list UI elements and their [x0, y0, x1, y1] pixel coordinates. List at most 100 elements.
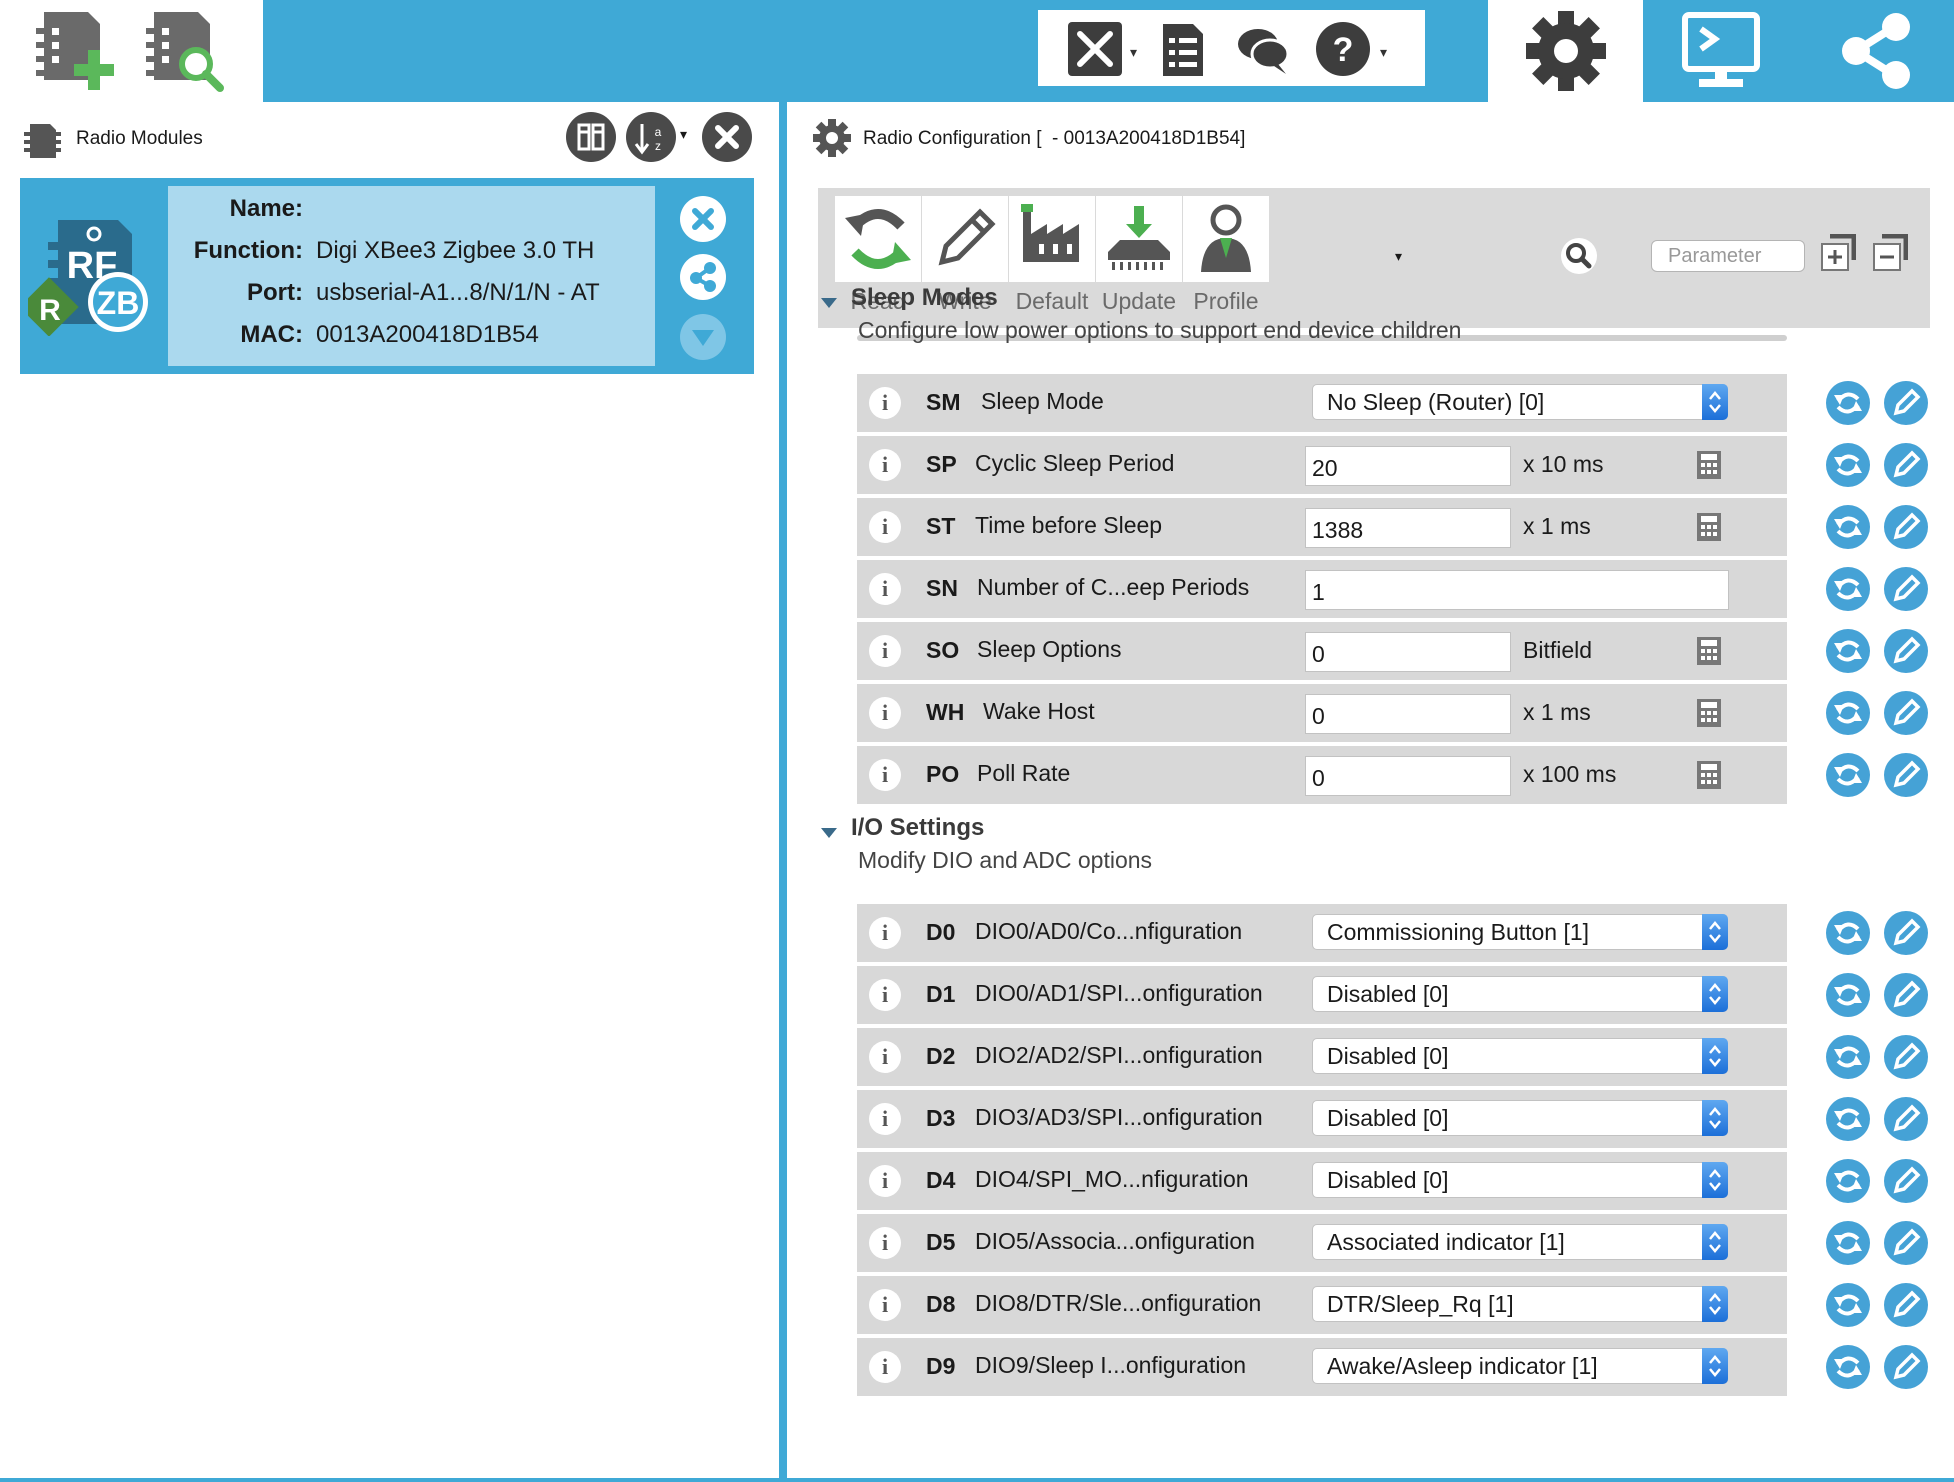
- write-parameter-button[interactable]: [1884, 1345, 1928, 1389]
- info-icon[interactable]: i: [869, 979, 901, 1011]
- read-parameter-button[interactable]: [1826, 911, 1870, 955]
- info-icon[interactable]: i: [869, 1165, 901, 1197]
- select-arrows-icon[interactable]: [1702, 976, 1728, 1012]
- parameter-value-input[interactable]: 0: [1305, 756, 1511, 796]
- expand-all-button[interactable]: [1820, 233, 1857, 274]
- parameter-value-input[interactable]: 1388: [1305, 508, 1511, 548]
- read-parameter-button[interactable]: [1826, 505, 1870, 549]
- write-parameter-button[interactable]: [1884, 1035, 1928, 1079]
- write-parameter-button[interactable]: [1884, 911, 1928, 955]
- read-parameter-button[interactable]: [1826, 1035, 1870, 1079]
- read-parameter-button[interactable]: [1826, 753, 1870, 797]
- info-icon[interactable]: i: [869, 511, 901, 543]
- info-icon[interactable]: i: [869, 917, 901, 949]
- select-arrows-icon[interactable]: [1702, 914, 1728, 950]
- select-arrows-icon[interactable]: [1702, 384, 1728, 420]
- remove-all-modules-button[interactable]: [702, 112, 752, 162]
- write-parameter-button[interactable]: [1884, 1283, 1928, 1327]
- read-parameter-button[interactable]: [1826, 1159, 1870, 1203]
- collapse-all-button[interactable]: [1872, 233, 1909, 274]
- info-icon[interactable]: i: [869, 573, 901, 605]
- write-parameter-button[interactable]: [1884, 1159, 1928, 1203]
- tools-dropdown-caret[interactable]: ▾: [1130, 44, 1137, 61]
- read-parameter-button[interactable]: [1826, 567, 1870, 611]
- help-icon[interactable]: ?: [1314, 20, 1372, 78]
- remove-module-button[interactable]: [680, 196, 726, 242]
- section-collapse-arrow[interactable]: [821, 828, 837, 838]
- discover-devices-icon[interactable]: [140, 6, 230, 96]
- write-parameter-button[interactable]: [1884, 567, 1928, 611]
- read-parameter-button[interactable]: [1826, 1097, 1870, 1141]
- expand-module-button[interactable]: [680, 314, 726, 360]
- parameter-value-input[interactable]: 0: [1305, 694, 1511, 734]
- profile-dropdown-caret[interactable]: ▾: [1395, 248, 1402, 265]
- write-parameter-button[interactable]: [1884, 973, 1928, 1017]
- calculator-icon[interactable]: [1695, 636, 1723, 666]
- read-parameter-button[interactable]: [1826, 1345, 1870, 1389]
- info-icon[interactable]: i: [869, 449, 901, 481]
- radio-module-card[interactable]: RF R ZB Name: Function: Digi XBee3 Zigbee…: [19, 178, 754, 374]
- select-arrows-icon[interactable]: [1702, 1348, 1728, 1384]
- compare-modules-button[interactable]: [566, 112, 616, 162]
- sort-modules-button[interactable]: a z: [626, 112, 676, 162]
- add-device-icon[interactable]: [30, 6, 120, 96]
- help-dropdown-caret[interactable]: ▾: [1380, 44, 1387, 61]
- info-icon[interactable]: i: [869, 1289, 901, 1321]
- parameter-value-input[interactable]: 0: [1305, 632, 1511, 672]
- select-arrows-icon[interactable]: [1702, 1100, 1728, 1136]
- read-parameter-button[interactable]: [1826, 1283, 1870, 1327]
- panel-divider[interactable]: [779, 102, 787, 1482]
- read-parameter-button[interactable]: [1826, 381, 1870, 425]
- info-icon[interactable]: i: [869, 635, 901, 667]
- section-collapse-arrow[interactable]: [821, 298, 837, 308]
- parameter-select[interactable]: Associated indicator [1]: [1312, 1224, 1728, 1260]
- write-parameter-button[interactable]: [1884, 505, 1928, 549]
- info-icon[interactable]: i: [869, 387, 901, 419]
- profile-button[interactable]: Profile: [1181, 196, 1271, 322]
- write-parameter-button[interactable]: [1884, 381, 1928, 425]
- write-parameter-button[interactable]: [1884, 753, 1928, 797]
- parameter-select[interactable]: DTR/Sleep_Rq [1]: [1312, 1286, 1728, 1322]
- select-arrows-icon[interactable]: [1702, 1286, 1728, 1322]
- calculator-icon[interactable]: [1695, 760, 1723, 790]
- read-parameter-button[interactable]: [1826, 691, 1870, 735]
- network-mode-button[interactable]: [1798, 0, 1954, 102]
- calculator-icon[interactable]: [1695, 512, 1723, 542]
- info-icon[interactable]: i: [869, 697, 901, 729]
- info-icon[interactable]: i: [869, 1227, 901, 1259]
- parameter-value-input[interactable]: 20: [1305, 446, 1511, 486]
- parameter-value-input[interactable]: 1: [1305, 570, 1729, 610]
- sort-dropdown-caret[interactable]: ▾: [680, 126, 687, 143]
- parameter-search-input[interactable]: Parameter: [1651, 240, 1805, 272]
- select-arrows-icon[interactable]: [1702, 1224, 1728, 1260]
- parameter-select[interactable]: No Sleep (Router) [0]: [1312, 384, 1728, 420]
- consoles-mode-button[interactable]: [1643, 0, 1798, 102]
- write-parameter-button[interactable]: [1884, 443, 1928, 487]
- parameter-select[interactable]: Awake/Asleep indicator [1]: [1312, 1348, 1728, 1384]
- parameter-select[interactable]: Disabled [0]: [1312, 1038, 1728, 1074]
- calculator-icon[interactable]: [1695, 450, 1723, 480]
- write-parameter-button[interactable]: [1884, 1097, 1928, 1141]
- calculator-icon[interactable]: [1695, 698, 1723, 728]
- feedback-icon[interactable]: [1234, 20, 1292, 78]
- select-arrows-icon[interactable]: [1702, 1162, 1728, 1198]
- parameter-select[interactable]: Disabled [0]: [1312, 1162, 1728, 1198]
- write-parameter-button[interactable]: [1884, 691, 1928, 735]
- info-icon[interactable]: i: [869, 1103, 901, 1135]
- read-parameter-button[interactable]: [1826, 629, 1870, 673]
- write-parameter-button[interactable]: [1884, 629, 1928, 673]
- info-icon[interactable]: i: [869, 1351, 901, 1383]
- info-icon[interactable]: i: [869, 1041, 901, 1073]
- search-icon[interactable]: [1561, 238, 1597, 274]
- section-title[interactable]: Sleep Modes: [851, 284, 998, 312]
- read-parameter-button[interactable]: [1826, 443, 1870, 487]
- tools-icon[interactable]: [1066, 20, 1124, 78]
- parameter-select[interactable]: Disabled [0]: [1312, 976, 1728, 1012]
- read-parameter-button[interactable]: [1826, 1221, 1870, 1265]
- xctu-log-icon[interactable]: [1153, 20, 1211, 78]
- section-title[interactable]: I/O Settings: [851, 814, 984, 842]
- parameter-select[interactable]: Disabled [0]: [1312, 1100, 1728, 1136]
- select-arrows-icon[interactable]: [1702, 1038, 1728, 1074]
- discover-network-button[interactable]: [680, 254, 726, 300]
- configuration-mode-button[interactable]: [1488, 0, 1643, 102]
